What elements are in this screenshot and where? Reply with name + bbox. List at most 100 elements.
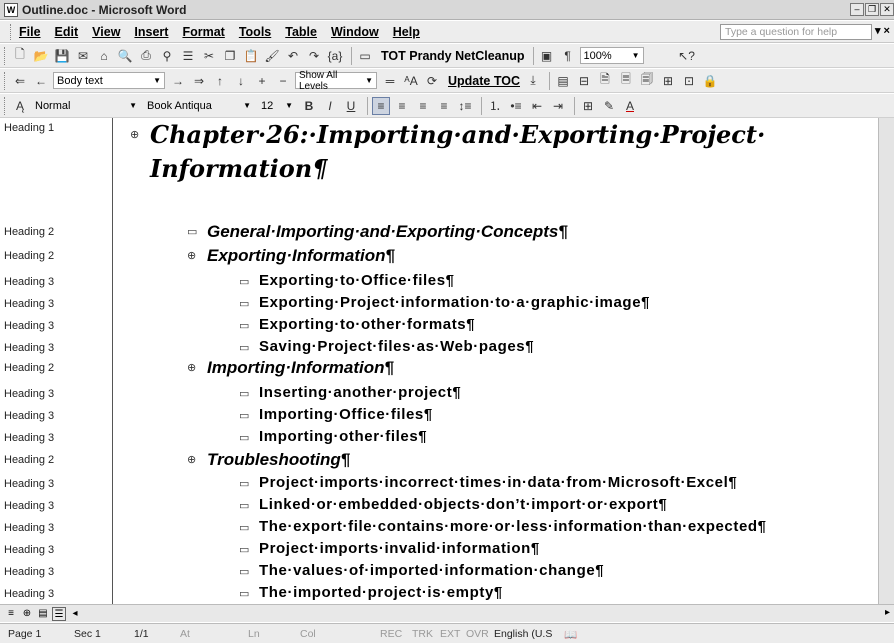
no-subtext-outline-icon[interactable]: ▭ <box>239 431 249 444</box>
new-document-icon[interactable]: 🗋 <box>11 47 29 65</box>
line-spacing-icon[interactable]: ↕≡ <box>456 97 474 115</box>
tot-icon[interactable]: ▭ <box>356 47 374 65</box>
web-page-preview-icon[interactable]: ⌂ <box>95 47 113 65</box>
word-app-icon[interactable]: W <box>4 2 18 17</box>
promote-icon[interactable]: ← <box>32 72 50 90</box>
outline-heading[interactable]: Importing·Office·files¶ <box>259 406 433 423</box>
toolbar-grip[interactable] <box>4 71 7 90</box>
insert-subdocument-icon[interactable]: 🗐 <box>638 72 656 90</box>
print-icon[interactable]: ⎙ <box>137 47 155 65</box>
expand-outline-icon[interactable]: ⊕ <box>187 361 196 374</box>
outline-heading[interactable]: Exporting·to·Office·files¶ <box>259 272 455 289</box>
merge-subdocument-icon[interactable]: ⊞ <box>659 72 677 90</box>
expand-outline-icon[interactable]: ⊕ <box>187 249 196 262</box>
help-search-input[interactable]: Type a question for help <box>720 24 872 40</box>
split-subdocument-icon[interactable]: ⊡ <box>680 72 698 90</box>
promote-to-heading1-icon[interactable]: ⇐ <box>11 72 29 90</box>
update-toc-button[interactable]: Update TOC <box>448 74 520 88</box>
menu-file[interactable]: File <box>19 25 41 39</box>
go-to-toc-icon[interactable]: ⤓ <box>524 72 542 90</box>
scroll-left-icon[interactable]: ◂ <box>68 607 82 621</box>
remove-subdocument-icon[interactable]: 🗏 <box>617 72 635 90</box>
outline-heading[interactable]: Importing·other·files¶ <box>259 428 427 445</box>
decrease-indent-icon[interactable]: ⇤ <box>528 97 546 115</box>
styles-pane-icon[interactable]: Ą <box>11 97 29 115</box>
help-pointer-icon[interactable]: ↖? <box>678 47 696 65</box>
outline-heading[interactable]: The·values·of·imported·information·chang… <box>259 562 604 579</box>
bold-icon[interactable]: B <box>300 97 318 115</box>
undo-icon[interactable]: ↶ <box>284 47 302 65</box>
status-trk[interactable]: TRK <box>412 628 433 640</box>
no-subtext-outline-icon[interactable]: ▭ <box>239 387 249 400</box>
outline-heading[interactable]: Project·imports·incorrect·times·in·data·… <box>259 474 737 491</box>
font-color-icon[interactable]: A <box>621 97 639 115</box>
no-subtext-outline-icon[interactable]: ▭ <box>239 409 249 422</box>
highlight-icon[interactable]: ✎ <box>600 97 618 115</box>
tot-prandy-netcleanup-button[interactable]: TOT Prandy NetCleanup <box>381 49 525 63</box>
expand-icon[interactable]: + <box>253 72 271 90</box>
menu-format[interactable]: Format <box>182 25 224 39</box>
find-icon[interactable]: ⚲ <box>158 47 176 65</box>
status-ovr[interactable]: OVR <box>466 628 489 640</box>
redo-icon[interactable]: ↷ <box>305 47 323 65</box>
permission-icon[interactable]: ✉ <box>74 47 92 65</box>
create-subdocument-icon[interactable]: 🗎 <box>596 72 614 90</box>
no-subtext-outline-icon[interactable]: ▭ <box>239 275 249 288</box>
outline-heading[interactable]: The·imported·project·is·empty¶ <box>259 584 503 601</box>
format-painter-icon[interactable]: 🖌 <box>263 47 281 65</box>
outline-heading[interactable]: General·Importing·and·Exporting·Concepts… <box>207 222 568 242</box>
italic-icon[interactable]: I <box>321 97 339 115</box>
expand-outline-icon[interactable]: ⊕ <box>130 128 139 141</box>
print-layout-view-icon[interactable]: ▤ <box>36 607 50 621</box>
show-formatting-icon[interactable]: ᴬA <box>402 72 420 90</box>
scroll-right-icon[interactable]: ▸ <box>885 607 890 618</box>
cut-icon[interactable]: ✂ <box>200 47 218 65</box>
outline-heading[interactable]: The·export·file·contains·more·or·less·in… <box>259 518 767 535</box>
minimize-icon[interactable]: – <box>850 3 864 16</box>
show-first-line-icon[interactable]: ═ <box>381 72 399 90</box>
collapse-subdocuments-icon[interactable]: ⊟ <box>575 72 593 90</box>
restore-icon[interactable]: ❐ <box>865 3 879 16</box>
outline-heading[interactable]: Saving·Project·files·as·Web·pages¶ <box>259 338 534 355</box>
no-subtext-outline-icon[interactable]: ▭ <box>239 341 249 354</box>
outline-view-icon[interactable]: ☰ <box>52 606 66 621</box>
no-subtext-outline-icon[interactable]: ▭ <box>239 499 249 512</box>
move-up-icon[interactable]: ↑ <box>211 72 229 90</box>
spelling-status-icon[interactable]: 📖 <box>564 628 577 641</box>
outline-heading[interactable]: Troubleshooting¶ <box>207 450 350 470</box>
underline-icon[interactable]: U <box>342 97 360 115</box>
no-subtext-outline-icon[interactable]: ▭ <box>239 297 249 310</box>
outline-heading[interactable]: Chapter·26:·Importing·and·Exporting·Proj… <box>150 120 765 149</box>
menu-help[interactable]: Help <box>393 25 420 39</box>
menu-insert[interactable]: Insert <box>134 25 168 39</box>
menu-edit[interactable]: Edit <box>55 25 79 39</box>
bullets-icon[interactable]: •≡ <box>507 97 525 115</box>
research-icon[interactable]: ☰ <box>179 47 197 65</box>
outline-heading[interactable]: Linked·or·embedded·objects·don’t·import·… <box>259 496 667 513</box>
normal-view-icon[interactable]: ≡ <box>4 607 18 621</box>
master-document-view-icon[interactable]: ▤ <box>554 72 572 90</box>
no-subtext-outline-icon[interactable]: ▭ <box>187 225 197 238</box>
demote-to-body-icon[interactable]: ⇒ <box>190 72 208 90</box>
update-toc-icon[interactable]: ⟳ <box>423 72 441 90</box>
document-area[interactable]: Heading 1 ⊕ Chapter·26:·Importing·and·Expo… <box>0 118 894 604</box>
status-ext[interactable]: EXT <box>440 628 460 640</box>
show-hide-pilcrow-icon[interactable]: ¶ <box>559 47 577 65</box>
demote-icon[interactable]: → <box>169 72 187 90</box>
web-layout-view-icon[interactable]: ⊕ <box>20 607 34 621</box>
status-rec[interactable]: REC <box>380 628 402 640</box>
menu-table[interactable]: Table <box>285 25 317 39</box>
outline-heading[interactable]: Exporting·to·other·formats¶ <box>259 316 475 333</box>
help-dropdown-icon[interactable]: ▾ × <box>875 24 890 37</box>
no-subtext-outline-icon[interactable]: ▭ <box>239 587 249 600</box>
copy-icon[interactable]: ❐ <box>221 47 239 65</box>
document-map-icon[interactable]: ▣ <box>538 47 556 65</box>
no-subtext-outline-icon[interactable]: ▭ <box>239 521 249 534</box>
outline-heading[interactable]: Exporting·Project·information·to·a·graph… <box>259 294 650 311</box>
open-folder-icon[interactable]: 📂 <box>32 47 50 65</box>
outline-heading[interactable]: Project·imports·invalid·information¶ <box>259 540 540 557</box>
no-subtext-outline-icon[interactable]: ▭ <box>239 543 249 556</box>
font-select[interactable]: Book Antiqua ▼ <box>144 97 254 114</box>
align-left-icon[interactable]: ≡ <box>372 96 390 115</box>
expand-outline-icon[interactable]: ⊕ <box>187 453 196 466</box>
